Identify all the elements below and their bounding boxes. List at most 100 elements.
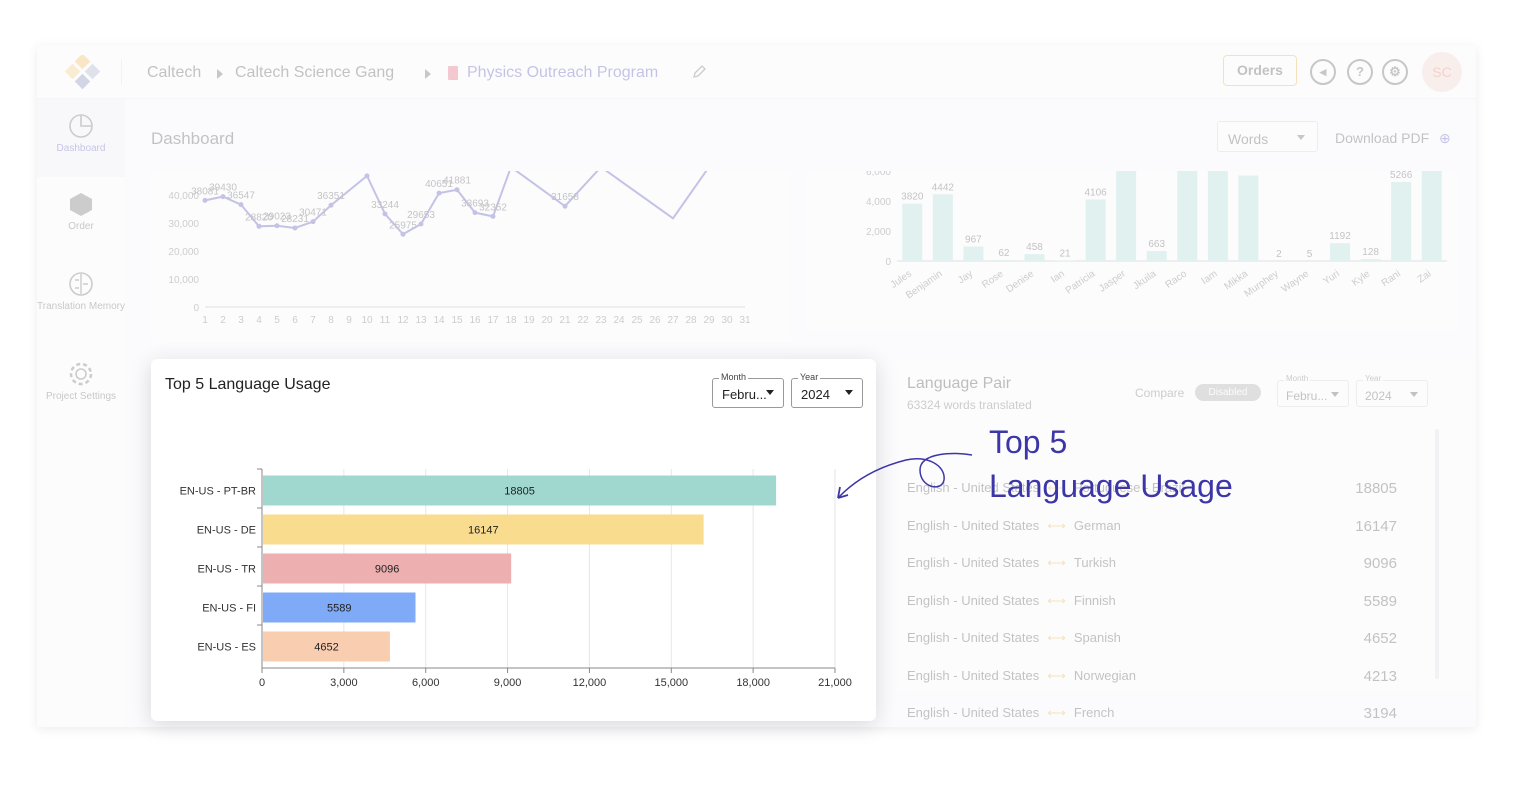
x-tick-label: 9,000 xyxy=(494,677,522,689)
chevron-down-icon xyxy=(1297,135,1305,140)
bar-value-label: 62 xyxy=(998,248,1010,259)
download-pdf-button[interactable]: Download PDF ⊕ xyxy=(1335,130,1451,147)
bar xyxy=(902,203,923,261)
bar-value-label: 663 xyxy=(1148,239,1165,250)
x-tick-label: Ian xyxy=(1049,268,1067,285)
target-language: Turkish xyxy=(1073,555,1117,570)
bar xyxy=(963,246,984,261)
bar-value-label: 3820 xyxy=(901,192,924,203)
bar-value-label: 458 xyxy=(1026,242,1043,253)
x-tick-label: 30 xyxy=(721,315,733,326)
data-point xyxy=(202,197,208,203)
data-label: 31658 xyxy=(551,192,579,203)
language-pair-card: Language Pair 63324 words translated Com… xyxy=(897,361,1476,722)
edit-pencil-icon[interactable] xyxy=(691,64,707,80)
data-point xyxy=(472,210,478,216)
bar-value-label: 4442 xyxy=(932,182,955,193)
y-tick-label: 6,000 xyxy=(866,171,891,178)
x-tick-label: 5 xyxy=(274,315,280,326)
sidebar-item-order[interactable]: Order xyxy=(37,191,125,251)
sidebar-item-translation-memory[interactable]: Translation Memory xyxy=(37,271,125,341)
language-pair-row: English - United States ⟷ Norwegian 4213 xyxy=(907,668,1437,685)
member-usage-card: 0 2,000 4,000 6,000 3820 Jules 4442 Benjamin 967… xyxy=(807,167,1457,331)
swap-arrow-icon: ⟷ xyxy=(1047,630,1066,645)
swap-arrow-icon: ⟷ xyxy=(1047,592,1066,608)
top5-language-usage-card: Top 5 Language Usage Month Febru... Year… xyxy=(151,359,876,721)
bar-value-label: 9096 xyxy=(375,564,399,576)
x-tick-label: 2 xyxy=(220,315,226,326)
x-tick-label: 28 xyxy=(685,315,697,326)
year-select[interactable]: Year 2024 xyxy=(1356,374,1428,407)
box-icon xyxy=(70,193,92,216)
breadcrumb-org[interactable]: Caltech xyxy=(147,64,201,82)
scrollbar[interactable] xyxy=(1435,429,1439,679)
x-tick-label: Iam xyxy=(1200,268,1220,287)
x-tick-label: Wayne xyxy=(1280,268,1312,295)
bar xyxy=(932,194,953,261)
language-pair-row: English - United States ⟷ Turkish 9096 xyxy=(907,555,1437,572)
bar-value-label: 5589 xyxy=(327,603,351,615)
compare-toggle[interactable]: Disabled xyxy=(1195,384,1261,401)
x-tick-label: Yuri xyxy=(1321,268,1341,287)
breadcrumb-project[interactable]: Physics Outreach Program xyxy=(467,64,658,82)
settings-icon[interactable]: ⚙ xyxy=(1382,59,1408,85)
x-tick-label: 15,000 xyxy=(654,677,688,689)
bar xyxy=(1024,254,1045,261)
y-tick-label: 0 xyxy=(193,303,199,314)
x-tick-label: 25 xyxy=(631,315,643,326)
target-language: German xyxy=(1073,517,1121,533)
x-tick-label: 9 xyxy=(346,315,352,326)
x-tick-label: Jasper xyxy=(1097,268,1128,295)
project-icon xyxy=(448,66,458,80)
x-tick-label: 15 xyxy=(451,315,463,326)
gear-icon xyxy=(69,362,93,386)
bar-value-label: 18805 xyxy=(504,486,535,498)
bar-value-label: 2 xyxy=(1276,249,1282,260)
megaphone-icon[interactable]: ◂ xyxy=(1310,59,1336,85)
sidebar-item-project-settings[interactable]: Project Settings xyxy=(37,361,125,431)
word-count: 4652 xyxy=(1363,630,1397,647)
sidebar-item-label: Order xyxy=(68,221,94,232)
bar-value-label: 5 xyxy=(1307,249,1313,260)
x-tick-label: 13 xyxy=(415,315,427,326)
logo-icon[interactable] xyxy=(65,55,101,89)
month-select[interactable]: Month Febru... xyxy=(1277,374,1349,407)
avatar[interactable]: SC xyxy=(1422,52,1462,92)
year-select-label: Year xyxy=(1363,374,1384,383)
page-title: Dashboard xyxy=(151,129,235,148)
x-tick-label: Raco xyxy=(1164,268,1190,291)
data-point xyxy=(292,225,298,231)
y-tick-label: EN-US - ES xyxy=(197,642,256,654)
x-tick-label: 4 xyxy=(256,315,262,326)
help-icon[interactable]: ? xyxy=(1347,59,1373,85)
data-point xyxy=(274,223,280,229)
x-tick-label: 26 xyxy=(649,315,661,326)
x-tick-label: Denise xyxy=(1004,268,1036,295)
x-tick-label: Murphey xyxy=(1242,268,1280,299)
data-point xyxy=(400,231,406,237)
x-tick-label: 11 xyxy=(380,315,391,326)
sidebar-item-dashboard[interactable]: Dashboard xyxy=(37,99,125,177)
bar-value-label: 1192 xyxy=(1329,231,1351,242)
divider xyxy=(121,59,122,85)
breadcrumb-team[interactable]: Caltech Science Gang xyxy=(235,64,394,82)
x-tick-label: Patricia xyxy=(1064,268,1098,296)
data-label: 25975 xyxy=(389,220,417,231)
x-tick-label: 16 xyxy=(469,315,481,326)
y-tick-label: 30,000 xyxy=(168,219,199,230)
sidebar-item-label: Project Settings xyxy=(45,391,117,402)
x-tick-label: 22 xyxy=(577,315,589,326)
source-language: English - United States xyxy=(907,705,1040,720)
data-point xyxy=(256,223,262,229)
callout-label: Top 5 Language Usage xyxy=(989,420,1233,508)
target-language: French xyxy=(1073,705,1115,720)
orders-button[interactable]: Orders xyxy=(1223,55,1297,86)
x-tick-label: 0 xyxy=(259,677,265,689)
x-tick-label: 19 xyxy=(523,315,535,326)
language-pair-title: Language Pair xyxy=(907,375,1012,392)
callout-line-1: Top 5 xyxy=(989,424,1068,460)
data-point xyxy=(310,219,316,225)
x-tick-label: 3,000 xyxy=(330,677,358,689)
unit-select[interactable]: Words xyxy=(1217,121,1318,152)
data-point xyxy=(382,211,388,217)
